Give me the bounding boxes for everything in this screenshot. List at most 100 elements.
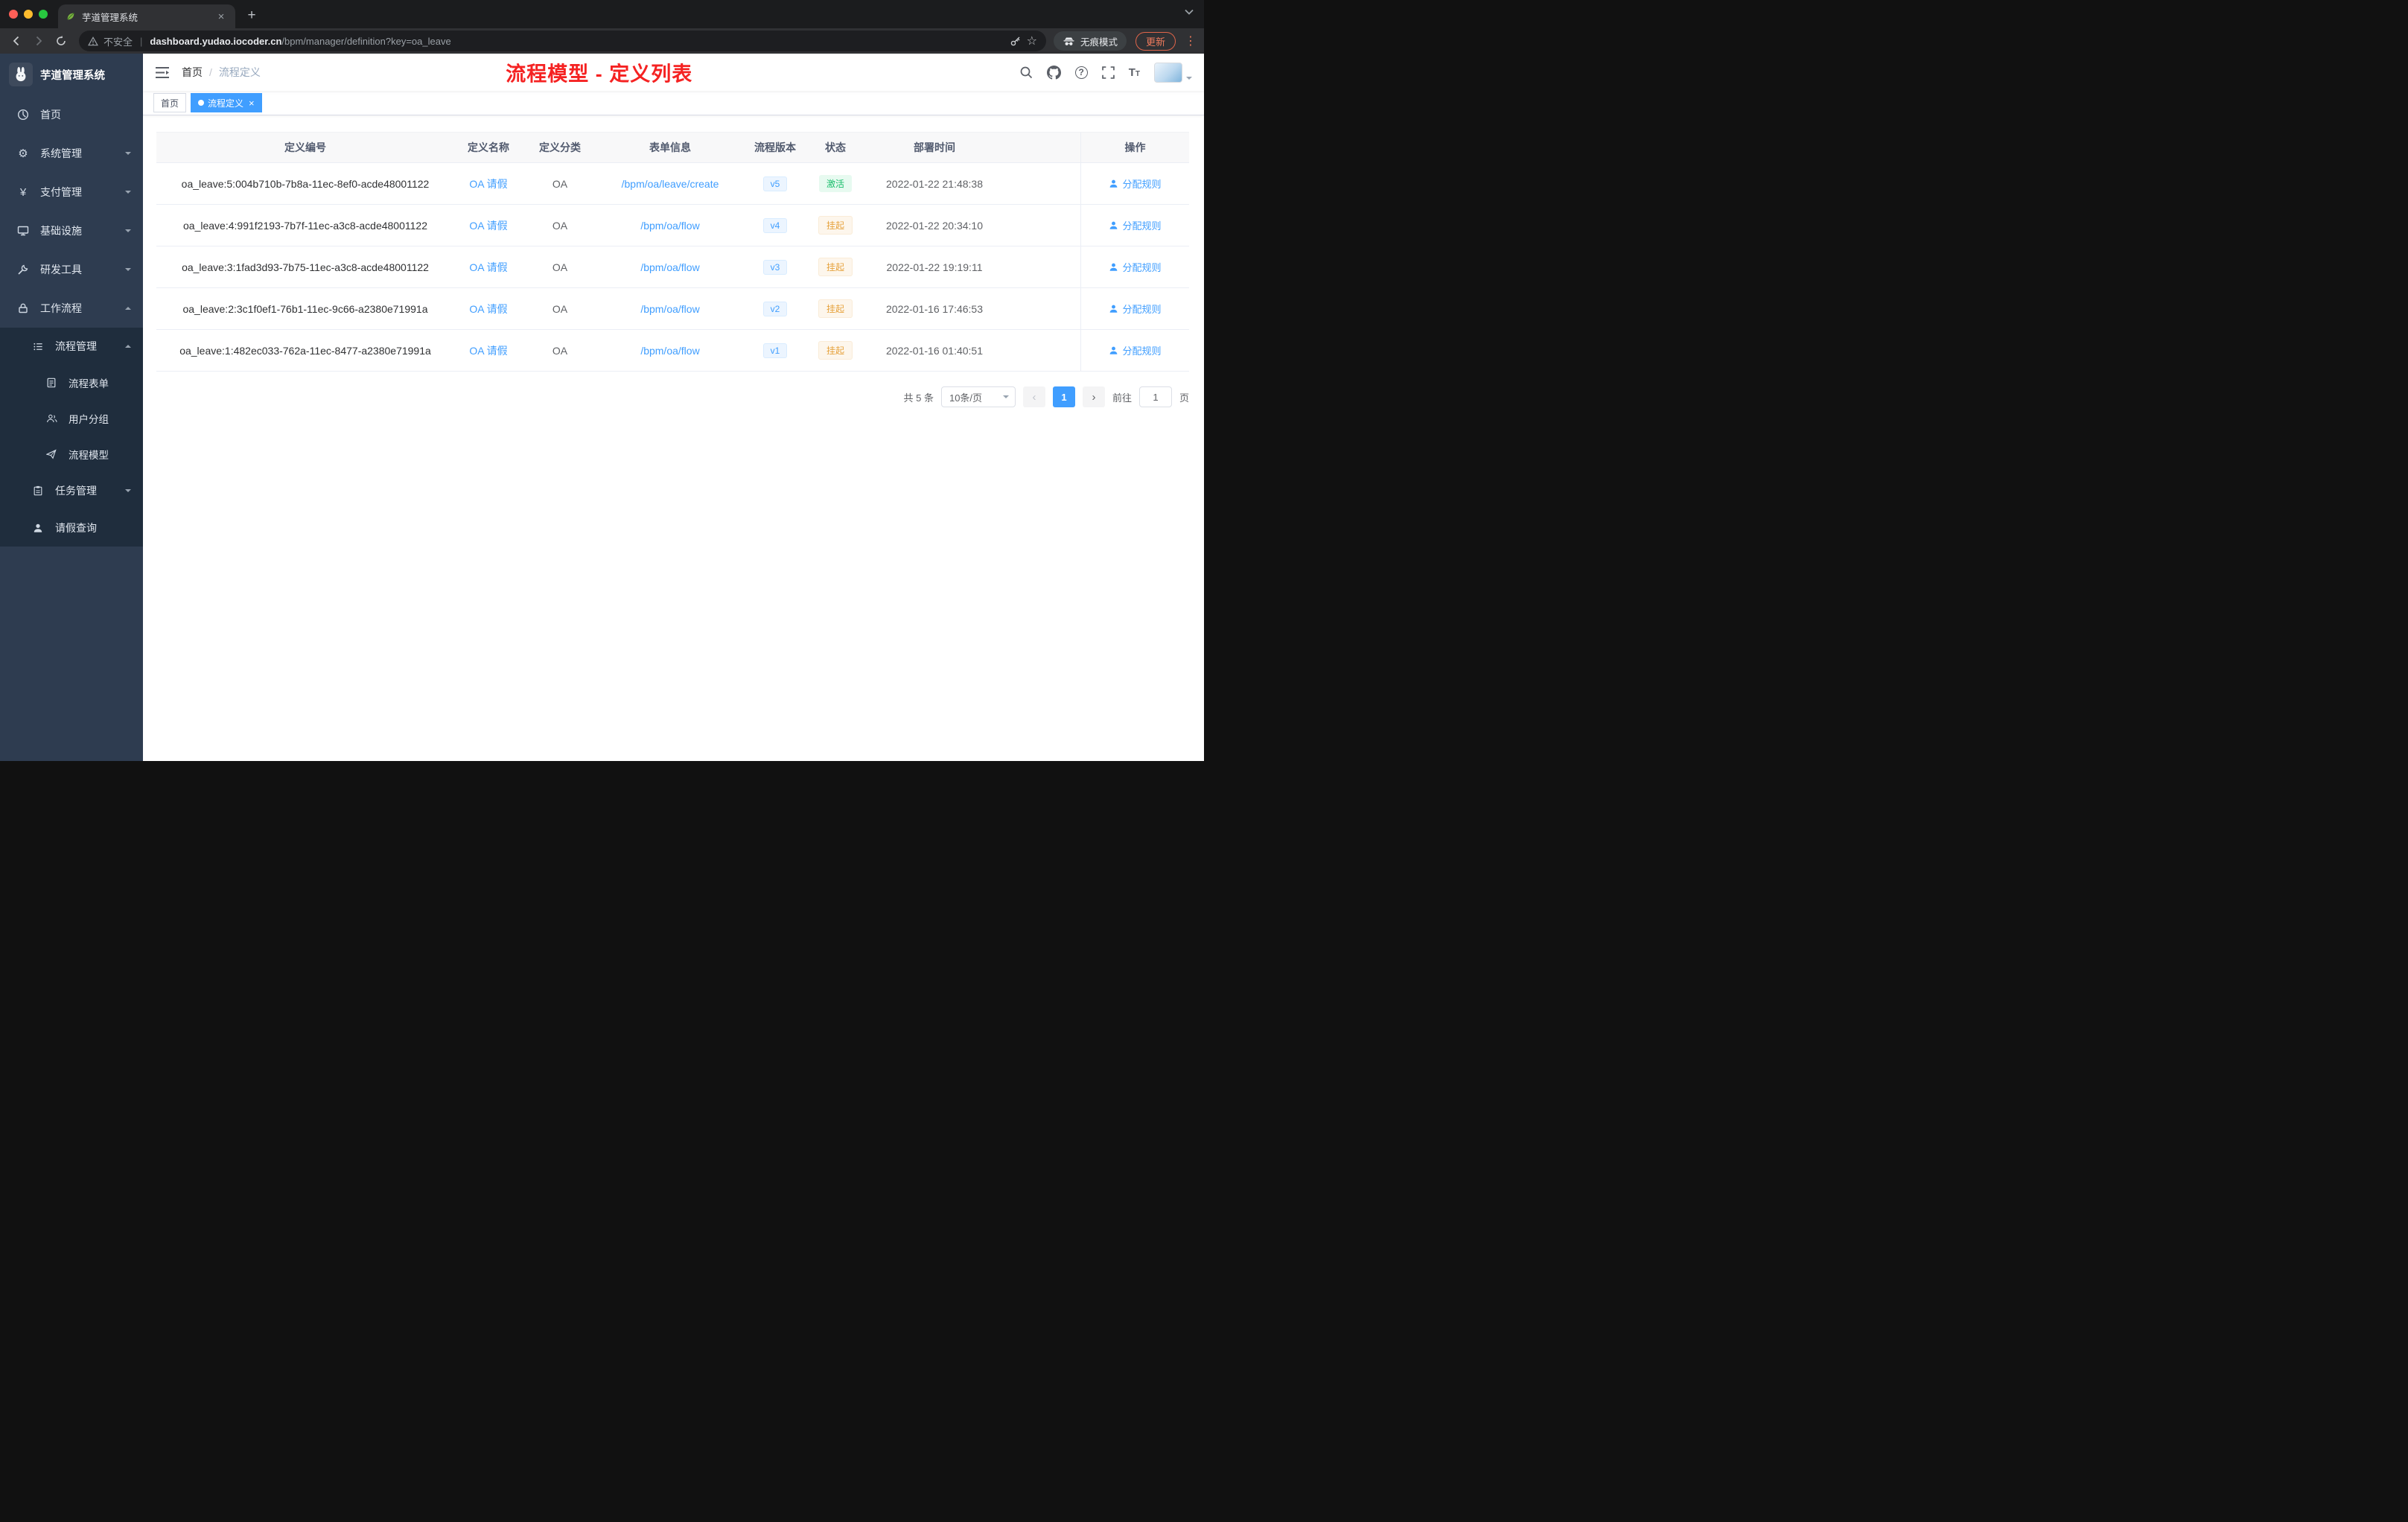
definition-name-link[interactable]: OA 请假	[469, 260, 507, 275]
forward-icon[interactable]	[28, 31, 49, 51]
active-dot	[198, 100, 205, 106]
sidebar-item-process-models[interactable]: 流程模型	[0, 436, 143, 472]
sidebar-item-label: 研发工具	[40, 264, 82, 276]
back-icon[interactable]	[6, 31, 27, 51]
bookmark-star-icon[interactable]: ☆	[1027, 34, 1037, 48]
sidebar-item-leave-query[interactable]: 请假查询	[0, 509, 143, 547]
navbar-actions: ? TT	[1019, 62, 1192, 83]
sidebar-item-task-management[interactable]: 任务管理	[0, 472, 143, 509]
github-icon[interactable]	[1046, 65, 1061, 80]
sidebar-item-home[interactable]: 首页	[0, 95, 143, 134]
sidebar-item-system[interactable]: ⚙ 系统管理	[0, 134, 143, 173]
table-row: oa_leave:3:1fad3d93-7b75-11ec-a3c8-acde4…	[156, 246, 1189, 288]
cell-definition-id: oa_leave:4:991f2193-7b7f-11ec-a3c8-acde4…	[183, 219, 427, 232]
sidebar-item-user-groups[interactable]: 用户分组	[0, 401, 143, 436]
assign-rule-link[interactable]: 分配规则	[1109, 302, 1162, 316]
table-row: oa_leave:4:991f2193-7b7f-11ec-a3c8-acde4…	[156, 205, 1189, 246]
cell-definition-id: oa_leave:2:3c1f0ef1-76b1-11ec-9c66-a2380…	[182, 302, 428, 315]
user-menu[interactable]	[1154, 62, 1192, 83]
security-label[interactable]: 不安全	[103, 34, 133, 48]
window-minimize-button[interactable]	[24, 10, 33, 19]
fullscreen-icon[interactable]	[1101, 66, 1115, 79]
dashboard-icon	[16, 109, 30, 121]
definition-name-link[interactable]: OA 请假	[469, 302, 507, 316]
browser-update-button[interactable]: 更新	[1135, 31, 1176, 51]
version-tag: v4	[762, 217, 788, 233]
sidebar-logo[interactable]: 芋道管理系统	[0, 54, 143, 95]
assign-rule-link[interactable]: 分配规则	[1109, 260, 1162, 274]
current-page-button[interactable]: 1	[1052, 386, 1075, 407]
assign-rule-label: 分配规则	[1122, 304, 1162, 315]
page-content: 定义编号 定义名称 定义分类 表单信息 流程版本 状态 部署时间 操作 oa_l…	[143, 115, 1204, 761]
sidebar-item-workflow[interactable]: 工作流程	[0, 289, 143, 328]
search-icon[interactable]	[1019, 66, 1033, 79]
yen-icon: ¥	[19, 185, 27, 199]
breadcrumb-home[interactable]: 首页	[182, 65, 203, 80]
assign-rule-link[interactable]: 分配规则	[1109, 343, 1162, 357]
assign-rule-link[interactable]: 分配规则	[1109, 218, 1162, 232]
cell-category: OA	[552, 261, 568, 273]
page-size-select[interactable]: 10条/页	[940, 386, 1016, 407]
paper-plane-icon	[45, 449, 58, 459]
tag-process-definition[interactable]: 流程定义 ×	[191, 93, 262, 112]
window-close-button[interactable]	[9, 10, 18, 19]
sidebar-item-process-management[interactable]: 流程管理	[0, 328, 143, 365]
sidebar-item-infrastructure[interactable]: 基础设施	[0, 211, 143, 250]
sidebar-item-payment[interactable]: ¥ 支付管理	[0, 173, 143, 211]
form-link[interactable]: /bpm/oa/flow	[640, 345, 699, 357]
browser-menu-kebab-icon[interactable]: ⋮	[1183, 34, 1198, 48]
sidebar-item-process-forms[interactable]: 流程表单	[0, 365, 143, 401]
form-link[interactable]: /bpm/oa/flow	[640, 303, 699, 315]
browser-toolbar: 不安全 | dashboard.yudao.iocoder.cn/bpm/man…	[0, 28, 1204, 54]
main-area: 首页 / 流程定义 流程模型 - 定义列表 ? TT 首页 流程定义 × 定义编…	[143, 54, 1204, 761]
status-badge: 激活	[818, 175, 852, 192]
tab-close-icon[interactable]: ×	[214, 10, 228, 23]
browser-tab[interactable]: 芋道管理系统 ×	[58, 4, 235, 28]
col-spacer	[1005, 330, 1080, 371]
cell-deploy-time: 2022-01-22 20:34:10	[886, 219, 983, 232]
window-maximize-button[interactable]	[39, 10, 48, 19]
url-path: /bpm/manager/definition?key=oa_leave	[281, 35, 451, 47]
assign-rule-link[interactable]: 分配规则	[1109, 176, 1162, 191]
goto-page-input[interactable]	[1138, 386, 1172, 407]
tab-list-chevron-icon[interactable]	[1185, 9, 1194, 15]
definition-name-link[interactable]: OA 请假	[469, 176, 507, 191]
refresh-icon[interactable]	[51, 31, 71, 51]
cell-category: OA	[552, 302, 568, 315]
col-spacer	[1005, 205, 1080, 246]
chevron-down-icon	[1002, 395, 1009, 401]
status-badge: 挂起	[818, 216, 853, 235]
font-size-icon[interactable]: TT	[1129, 66, 1140, 79]
prev-page-button[interactable]: ‹	[1022, 386, 1045, 407]
version-tag: v1	[762, 343, 788, 358]
cell-deploy-time: 2022-01-22 21:48:38	[886, 177, 983, 190]
new-tab-button[interactable]: +	[241, 5, 262, 26]
definition-name-link[interactable]: OA 请假	[469, 343, 507, 358]
address-bar[interactable]: 不安全 | dashboard.yudao.iocoder.cn/bpm/man…	[79, 31, 1046, 51]
help-icon[interactable]: ?	[1074, 66, 1088, 79]
tag-label: 流程定义	[208, 98, 244, 109]
goto-label-prefix: 前往	[1112, 392, 1132, 404]
definition-name-link[interactable]: OA 请假	[469, 218, 507, 233]
sidebar-item-label: 工作流程	[40, 302, 82, 314]
status-badge: 挂起	[818, 341, 853, 360]
screen: 芋道管理系统 × + 不安全 | dashboard.yudao.iocoder…	[0, 0, 1204, 761]
next-page-button[interactable]: ›	[1082, 386, 1105, 407]
form-link[interactable]: /bpm/oa/leave/create	[622, 178, 719, 190]
tools-icon	[16, 264, 30, 276]
password-key-icon[interactable]	[1010, 35, 1022, 47]
user-group-icon	[45, 413, 58, 424]
chevron-down-icon	[125, 191, 131, 197]
cell-definition-id: oa_leave:3:1fad3d93-7b75-11ec-a3c8-acde4…	[182, 261, 429, 273]
sidebar-collapse-icon[interactable]	[155, 66, 170, 79]
tag-home[interactable]: 首页	[153, 93, 187, 112]
form-link[interactable]: /bpm/oa/flow	[640, 261, 699, 273]
tag-close-icon[interactable]: ×	[249, 98, 255, 109]
tab-favicon-leaf-icon	[66, 11, 76, 22]
form-link[interactable]: /bpm/oa/flow	[640, 220, 699, 232]
incognito-icon	[1063, 36, 1075, 46]
url-text[interactable]: dashboard.yudao.iocoder.cn/bpm/manager/d…	[150, 36, 1004, 47]
pagination-total: 共 5 条	[903, 392, 934, 404]
sidebar-item-devtools[interactable]: 研发工具	[0, 250, 143, 289]
col-spacer	[1005, 133, 1080, 162]
